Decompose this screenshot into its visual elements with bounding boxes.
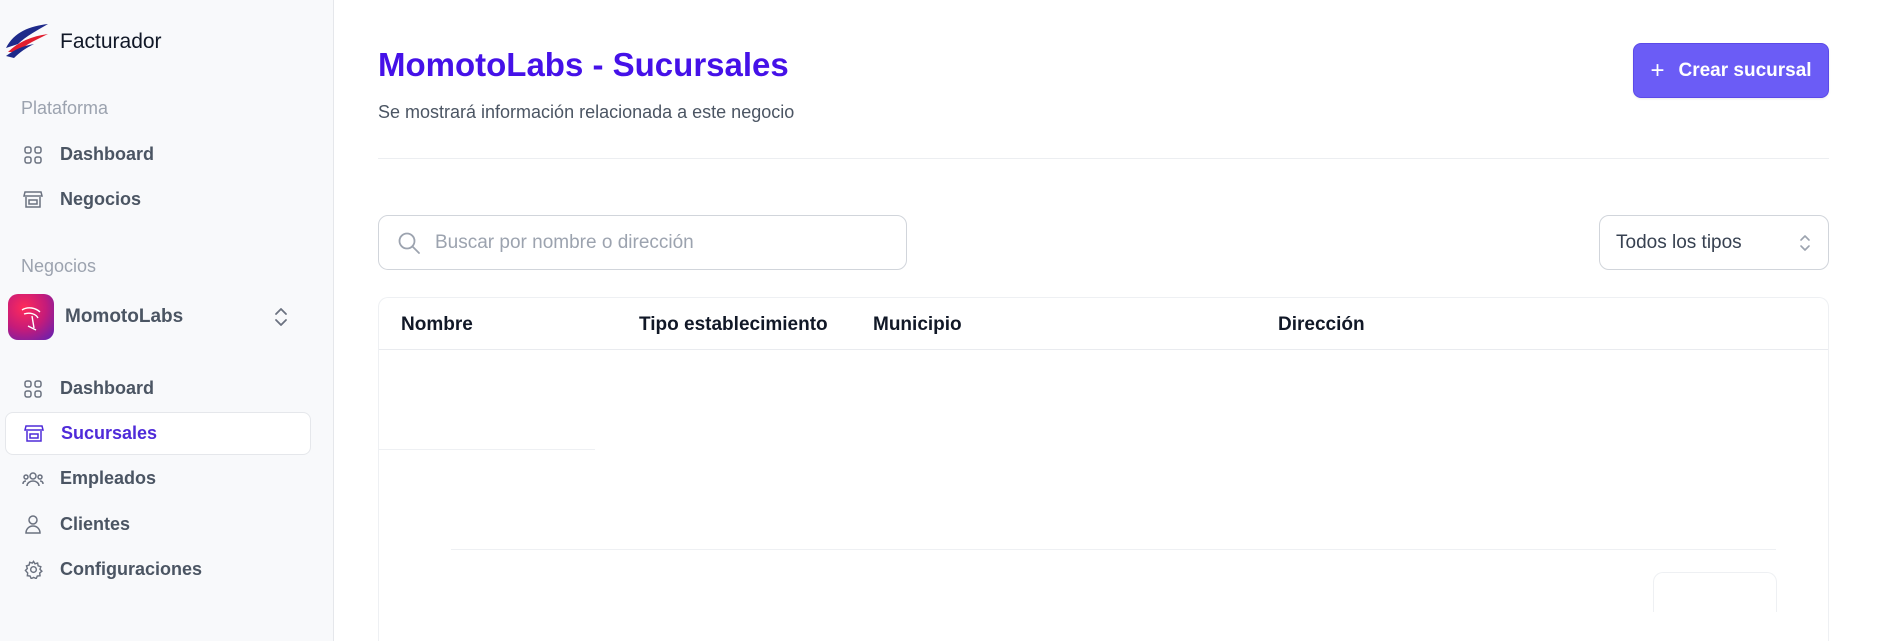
store-icon <box>23 423 45 445</box>
sidebar-item-label: Configuraciones <box>60 559 203 579</box>
sidebar-item-dashboard[interactable]: Dashboard <box>5 367 311 410</box>
business-name: MomotoLabs <box>65 306 184 327</box>
sidebar: Facturador Plataforma Dashboard Negocios… <box>0 0 334 641</box>
sidebar-item-empleados[interactable]: Empleados <box>5 457 311 500</box>
sidebar-item-label: Clientes <box>60 514 131 534</box>
loading-skeleton-line <box>379 449 595 450</box>
sidebar-item-label: Dashboard <box>60 144 155 164</box>
users-icon <box>22 468 44 490</box>
main-content: MomotoLabs - Sucursales Se mostrará info… <box>334 0 1877 641</box>
search-input[interactable] <box>435 231 875 254</box>
store-icon <box>22 189 44 211</box>
sidebar-item-platform-negocios[interactable]: Negocios <box>5 178 311 221</box>
create-branch-button[interactable]: + Crear sucursal <box>1633 43 1829 98</box>
sidebar-item-label: Dashboard <box>60 378 155 398</box>
chevron-up-down-icon <box>1800 235 1810 251</box>
chevron-up-down-icon <box>275 308 287 326</box>
facturador-logo-icon <box>6 24 48 58</box>
sidebar-item-label: Sucursales <box>61 423 158 443</box>
page-title: MomotoLabs - Sucursales <box>378 46 789 83</box>
column-header-tipo[interactable]: Tipo establecimiento <box>639 314 828 336</box>
pagination-placeholder <box>1653 572 1777 612</box>
type-filter-select[interactable]: Todos los tipos <box>1599 215 1829 270</box>
search-icon <box>398 232 420 254</box>
branches-table: Nombre Tipo establecimiento Municipio Di… <box>378 297 1829 641</box>
loading-fade <box>1788 373 1828 641</box>
header-divider <box>378 158 1829 159</box>
user-icon <box>22 514 44 536</box>
plus-icon: + <box>1650 56 1665 84</box>
business-section-label: Negocios <box>21 256 97 276</box>
loading-skeleton-line <box>451 549 1776 550</box>
create-branch-label: Crear sucursal <box>1678 59 1812 81</box>
search-box[interactable] <box>378 215 907 270</box>
brand[interactable]: Facturador <box>4 22 162 62</box>
business-switcher[interactable]: MomotoLabs <box>8 294 308 340</box>
platform-section-label: Plataforma <box>21 98 109 118</box>
sidebar-item-platform-dashboard[interactable]: Dashboard <box>5 133 311 176</box>
sidebar-item-label: Empleados <box>60 468 157 488</box>
table-header: Nombre Tipo establecimiento Municipio Di… <box>379 298 1828 350</box>
page-subtitle: Se mostrará información relacionada a es… <box>378 102 795 122</box>
grid-icon <box>22 144 44 166</box>
app-name: Facturador <box>60 30 162 53</box>
column-header-municipio[interactable]: Municipio <box>873 314 962 336</box>
grid-icon <box>22 378 44 400</box>
gear-icon <box>22 559 44 581</box>
column-header-direccion[interactable]: Dirección <box>1278 314 1365 336</box>
sidebar-item-clientes[interactable]: Clientes <box>5 503 311 546</box>
column-header-nombre[interactable]: Nombre <box>401 314 473 336</box>
type-filter-value: Todos los tipos <box>1616 231 1742 253</box>
sidebar-item-sucursales[interactable]: Sucursales <box>5 412 311 455</box>
sidebar-item-label: Negocios <box>60 189 142 209</box>
business-avatar <box>8 294 54 340</box>
sidebar-item-configuraciones[interactable]: Configuraciones <box>5 548 311 591</box>
